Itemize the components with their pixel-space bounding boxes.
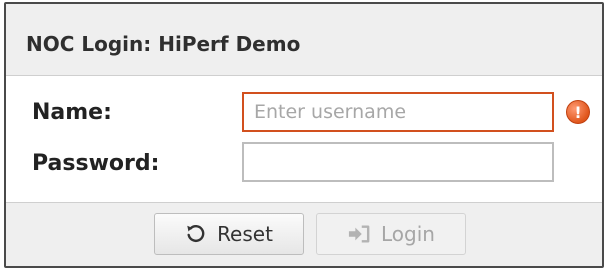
dialog-footer: Reset Login xyxy=(6,202,602,266)
reset-button[interactable]: Reset xyxy=(154,213,304,255)
name-label: Name: xyxy=(32,100,112,125)
password-input[interactable] xyxy=(242,142,554,182)
dialog-header: NOC Login: HiPerf Demo xyxy=(6,4,602,76)
login-form: Name: ! Password: xyxy=(6,76,602,202)
reset-label: Reset xyxy=(217,222,273,246)
dialog-title: NOC Login: HiPerf Demo xyxy=(26,32,301,56)
password-label: Password: xyxy=(32,151,160,176)
login-dialog: NOC Login: HiPerf Demo Name: ! Password:… xyxy=(4,2,604,268)
login-button[interactable]: Login xyxy=(316,213,466,255)
sign-in-icon xyxy=(347,223,371,245)
username-input[interactable] xyxy=(242,92,554,132)
refresh-icon xyxy=(185,223,207,245)
login-label: Login xyxy=(381,222,435,246)
exclamation-circle-icon: ! xyxy=(566,100,590,124)
